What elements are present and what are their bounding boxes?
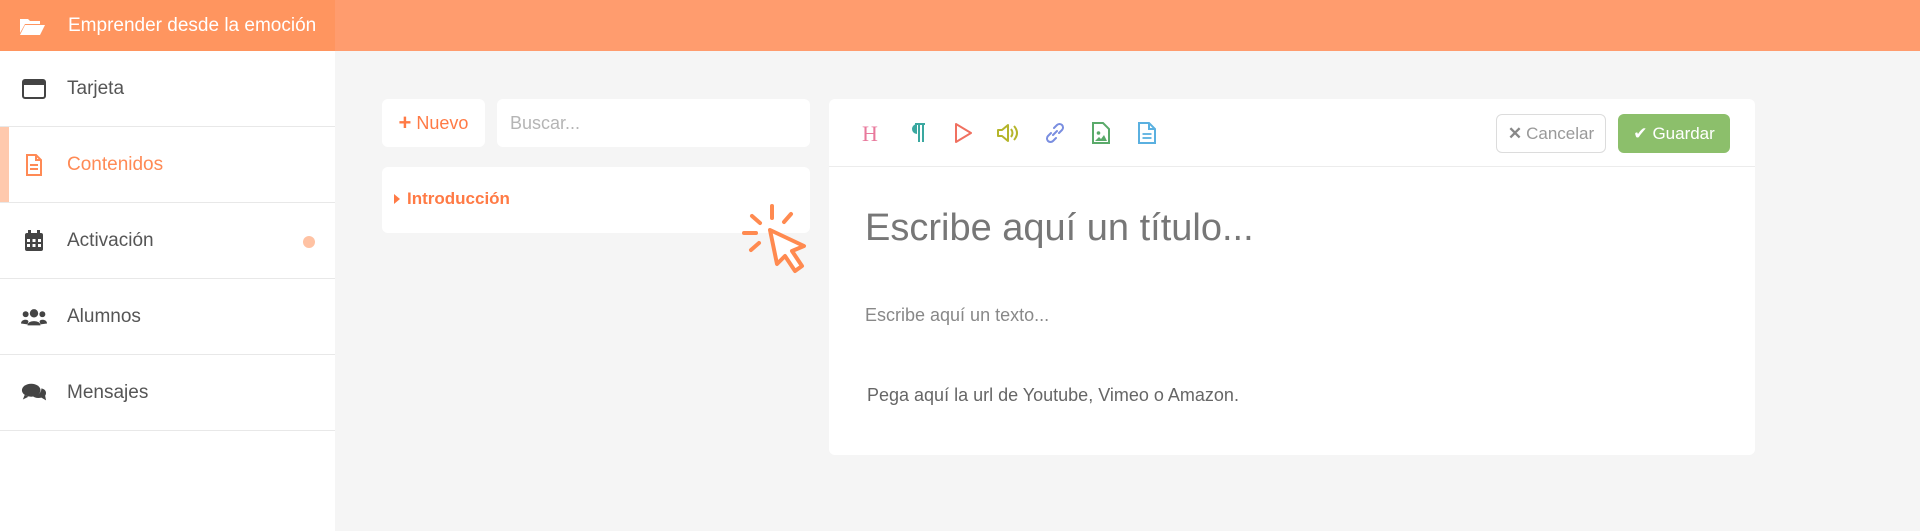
sidebar-item-label: Tarjeta: [67, 77, 125, 99]
check-icon: ✔: [1633, 123, 1648, 143]
editor-toolbar: H ✕ Cancelar ✔ Guardar: [829, 99, 1755, 167]
video-play-icon[interactable]: [949, 119, 977, 147]
image-file-icon[interactable]: [1087, 119, 1115, 147]
folder-open-icon: [20, 18, 45, 35]
sidebar-item-activacion[interactable]: Activación: [0, 203, 335, 279]
calendar-icon: [21, 229, 47, 253]
title-input[interactable]: Escribe aquí un título...: [865, 207, 1254, 250]
window-icon: [21, 77, 47, 101]
new-button-label: Nuevo: [416, 112, 469, 133]
audio-icon[interactable]: [995, 119, 1023, 147]
sidebar: Tarjeta Contenidos Activación Alumnos Me…: [0, 51, 335, 531]
new-content-button[interactable]: + Nuevo: [382, 99, 485, 147]
course-title: Emprender desde la emoción: [68, 14, 317, 36]
list-item-label: Introducción: [407, 189, 510, 208]
plus-icon: +: [398, 110, 412, 135]
chat-icon: [21, 381, 47, 405]
course-title-block[interactable]: Emprender desde la emoción: [0, 0, 335, 51]
cancel-button[interactable]: ✕ Cancelar: [1496, 114, 1606, 153]
sidebar-item-mensajes[interactable]: Mensajes: [0, 355, 335, 431]
sidebar-item-tarjeta[interactable]: Tarjeta: [0, 51, 335, 127]
cancel-label: Cancelar: [1526, 123, 1595, 143]
close-icon: ✕: [1507, 123, 1523, 143]
sidebar-item-label: Mensajes: [67, 381, 149, 403]
sidebar-item-alumnos[interactable]: Alumnos: [0, 279, 335, 355]
users-icon: [21, 305, 47, 329]
sidebar-item-contenidos[interactable]: Contenidos: [0, 127, 335, 203]
top-bar: Emprender desde la emoción: [0, 0, 1920, 51]
save-label: Guardar: [1652, 123, 1715, 143]
text-input[interactable]: Escribe aquí un texto...: [865, 305, 1049, 326]
heading-icon[interactable]: H: [857, 119, 885, 147]
link-icon[interactable]: [1041, 119, 1069, 147]
sidebar-item-label: Alumnos: [67, 305, 141, 327]
click-cursor-icon: [742, 204, 806, 273]
search-input[interactable]: [497, 99, 810, 147]
caret-right-icon: [394, 194, 400, 204]
list-item[interactable]: Introducción: [394, 189, 510, 209]
video-url-input[interactable]: Pega aquí la url de Youtube, Vimeo o Ama…: [867, 385, 1239, 406]
notification-dot: [303, 236, 315, 248]
sidebar-item-label: Contenidos: [67, 153, 164, 175]
paragraph-icon[interactable]: [903, 119, 931, 147]
sidebar-item-label: Activación: [67, 229, 154, 251]
content-editor: H ✕ Cancelar ✔ Guardar Escribe aquí un t…: [829, 99, 1755, 455]
save-button[interactable]: ✔ Guardar: [1618, 114, 1730, 153]
svg-text:H: H: [862, 122, 878, 144]
text-file-icon[interactable]: [1133, 119, 1161, 147]
document-icon: [21, 153, 47, 177]
